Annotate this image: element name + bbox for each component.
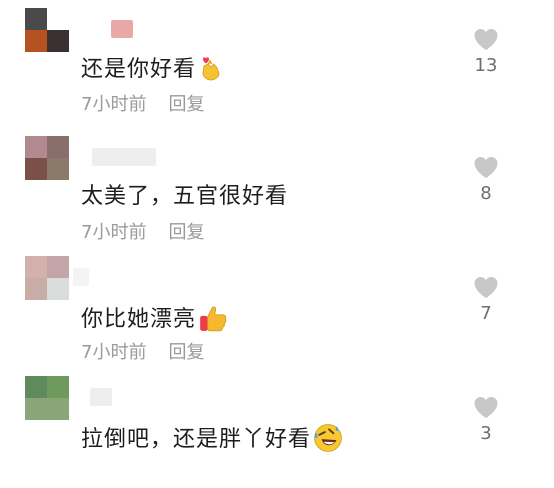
comment-text-content: 你比她漂亮 — [81, 307, 197, 332]
comment-text: 拉倒吧，还是胖丫好看 — [81, 423, 343, 454]
comment-meta: 7小时前 回复 — [81, 222, 204, 244]
like-count: 13 — [474, 55, 498, 76]
avatar[interactable] — [25, 376, 69, 420]
heart-icon — [474, 397, 498, 418]
avatar-pixel — [25, 8, 47, 30]
avatar-pixel — [25, 136, 47, 158]
comment-text: 你比她漂亮 — [81, 303, 228, 334]
comment-time: 7小时前 — [81, 222, 147, 243]
comment-text-content: 拉倒吧，还是胖丫好看 — [81, 427, 312, 452]
avatar-pixel — [47, 30, 69, 52]
like-button[interactable]: 13 — [466, 28, 506, 76]
comment-item: 太美了，五官很好看 7小时前 回复 8 — [0, 128, 554, 248]
comment-time: 7小时前 — [81, 94, 147, 115]
avatar-pixel — [25, 278, 47, 300]
avatar-pixel — [47, 8, 69, 30]
heart-icon — [474, 157, 498, 178]
comment-item: 你比她漂亮 7小时前 回复 7 — [0, 248, 554, 368]
comment-text: 太美了，五官很好看 — [81, 183, 288, 211]
avatar-pixel — [47, 376, 69, 398]
like-button[interactable]: 3 — [466, 396, 506, 444]
heart-icon — [474, 29, 498, 50]
like-count: 3 — [480, 423, 492, 444]
reply-button[interactable]: 回复 — [168, 222, 204, 243]
avatar-pixel — [47, 278, 69, 300]
like-count: 8 — [480, 183, 492, 204]
avatar-pixel — [25, 30, 47, 52]
avatar-pixel — [47, 158, 69, 180]
avatar-pixel — [25, 256, 47, 278]
avatar-pixel — [47, 136, 69, 158]
avatar[interactable] — [25, 8, 69, 52]
comment-time: 7小时前 — [81, 342, 147, 363]
like-button[interactable]: 7 — [466, 276, 506, 324]
heart-icon — [474, 277, 498, 298]
username-blurred[interactable] — [92, 148, 156, 166]
reply-button[interactable]: 回复 — [168, 342, 204, 363]
rolling-laughing-emoji-icon — [314, 424, 342, 452]
comment-meta: 7小时前 回复 — [81, 94, 204, 116]
like-button[interactable]: 8 — [466, 156, 506, 204]
avatar-pixel — [25, 398, 47, 420]
thumbs-up-emoji-icon — [200, 306, 227, 332]
comment-text-content: 太美了，五官很好看 — [81, 184, 289, 209]
comment-item: 拉倒吧，还是胖丫好看 3 — [0, 368, 554, 488]
comment-text: 还是你好看 — [81, 55, 224, 84]
like-count: 7 — [480, 303, 492, 324]
reply-button[interactable]: 回复 — [168, 94, 204, 115]
avatar-pixel — [47, 256, 69, 278]
comment-meta: 7小时前 回复 — [81, 342, 204, 364]
avatar-pixel — [25, 158, 47, 180]
username-blurred[interactable] — [111, 20, 133, 38]
comment-text-content: 还是你好看 — [81, 57, 197, 82]
comment-item: 还是你好看 7小时前 回复 13 — [0, 0, 554, 120]
avatar-pixel — [25, 376, 47, 398]
username-blurred[interactable] — [73, 268, 89, 286]
avatar[interactable] — [25, 256, 69, 300]
avatar[interactable] — [25, 136, 69, 180]
username-blurred[interactable] — [90, 388, 112, 406]
avatar-pixel — [47, 398, 69, 420]
heart-hand-emoji-icon — [202, 57, 220, 81]
